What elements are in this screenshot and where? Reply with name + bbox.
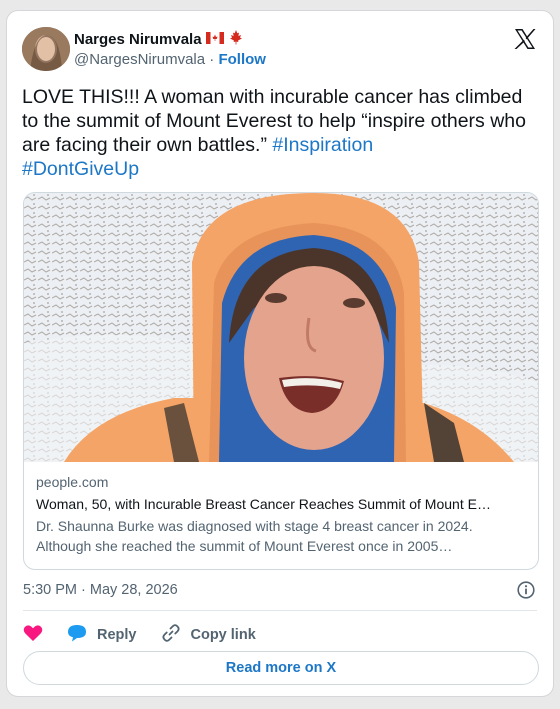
author-handle-row: @NargesNirumvala · Follow (74, 51, 266, 68)
link-card-info[interactable]: people.com Woman, 50, with Incurable Bre… (24, 462, 538, 568)
speech-bubble-icon (67, 624, 87, 646)
reply-button[interactable]: Reply (67, 624, 137, 646)
author-handle[interactable]: @NargesNirumvala (74, 51, 205, 68)
link-description: Dr. Shaunna Burke was diagnosed with sta… (36, 518, 473, 554)
copy-link-button[interactable]: Copy link (161, 623, 256, 647)
action-bar: Reply Copy link (23, 623, 256, 647)
link-card-image[interactable] (24, 193, 538, 462)
hashtag-inspiration[interactable]: #Inspiration (272, 134, 373, 156)
separator: · (209, 51, 215, 68)
divider (23, 610, 537, 611)
tweet-text: LOVE THIS!!! A woman with incurable canc… (22, 85, 542, 181)
maple-leaf-icon (228, 29, 244, 49)
link-card[interactable]: people.com Woman, 50, with Incurable Bre… (23, 192, 539, 570)
tweet-card: Narges Nirumvala @NargesNirumvala · Foll… (6, 10, 554, 697)
like-button[interactable] (23, 624, 43, 646)
info-icon[interactable] (517, 581, 535, 599)
link-title[interactable]: Woman, 50, with Incurable Breast Cancer … (36, 496, 526, 512)
reply-label: Reply (97, 627, 137, 643)
author-name[interactable]: Narges Nirumvala (74, 31, 202, 48)
link-icon (161, 623, 181, 647)
canada-flag-icon (205, 31, 224, 48)
follow-button[interactable]: Follow (218, 51, 266, 68)
copy-link-label: Copy link (190, 627, 256, 643)
heart-icon (23, 624, 43, 646)
avatar[interactable] (22, 27, 70, 71)
link-domain: people.com (36, 474, 109, 490)
read-more-button[interactable]: Read more on X (23, 651, 539, 685)
hashtag-dontgiveup[interactable]: #DontGiveUp (22, 158, 139, 180)
author-name-row[interactable]: Narges Nirumvala (74, 29, 244, 49)
timestamp[interactable]: 5:30 PM · May 28, 2026 (23, 582, 178, 598)
x-logo-icon[interactable] (513, 27, 537, 51)
